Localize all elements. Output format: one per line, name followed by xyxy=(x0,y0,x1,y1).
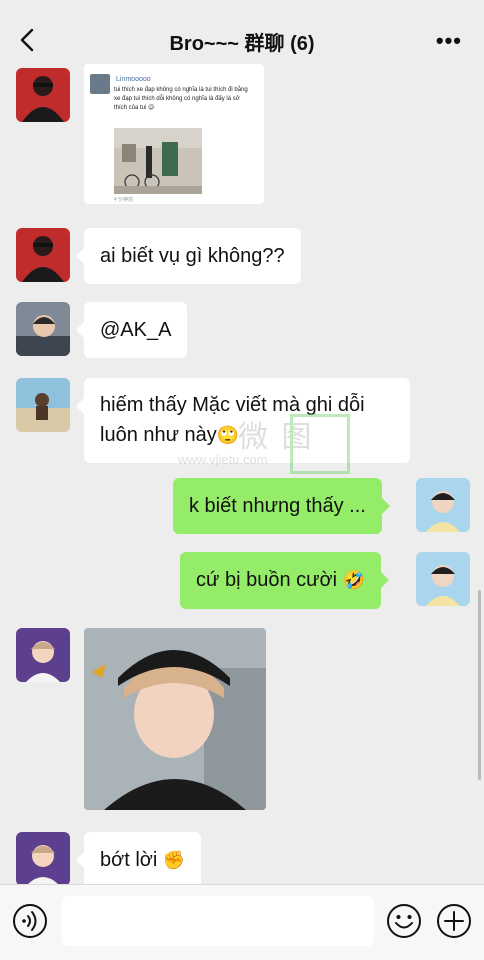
voice-icon xyxy=(13,904,47,938)
message-text: bớt lời xyxy=(100,849,158,871)
message-list[interactable]: Linmooooo tui thích xe đạp không có nghĩ… xyxy=(0,60,484,884)
smiley-icon xyxy=(387,904,421,938)
watermark-logo xyxy=(290,414,350,474)
watermark: 微 图 www.vjietu.com xyxy=(178,412,358,482)
photo-message[interactable] xyxy=(84,628,266,810)
post-text: tui thích xe đạp không có nghĩa là tui t… xyxy=(114,87,248,111)
rofl-emoji: 🤣 xyxy=(342,570,366,591)
more-options-button[interactable]: ••• xyxy=(436,28,462,54)
avatar[interactable] xyxy=(16,628,70,682)
shared-post-card[interactable]: Linmooooo tui thích xe đạp không có nghĩ… xyxy=(84,64,264,204)
avatar[interactable] xyxy=(16,378,70,432)
avatar[interactable] xyxy=(416,552,470,606)
chat-title: Bro~~~ 群聊 (6) xyxy=(169,33,315,55)
voice-button[interactable] xyxy=(12,903,48,939)
avatar[interactable] xyxy=(16,832,70,884)
post-author-avatar xyxy=(90,74,110,94)
message-bubble[interactable]: ai biết vụ gì không?? xyxy=(76,228,301,284)
avatar[interactable] xyxy=(416,478,470,532)
more-functions-button[interactable] xyxy=(436,903,472,939)
message-bubble[interactable]: @AK_A xyxy=(75,302,188,358)
post-photo xyxy=(114,128,202,194)
message-bubble[interactable]: cứ bị buồn cười 🤣 xyxy=(180,552,390,609)
message-input[interactable] xyxy=(62,896,374,946)
post-time: 4 分钟前 xyxy=(114,197,134,203)
scrollbar[interactable] xyxy=(478,590,481,780)
avatar[interactable] xyxy=(16,302,70,356)
input-bar xyxy=(0,884,484,960)
watermark-url: www.vjietu.com xyxy=(178,452,268,467)
plus-circle-icon xyxy=(437,904,471,938)
avatar[interactable] xyxy=(16,228,70,282)
emoji-button[interactable] xyxy=(386,903,422,939)
raised-fist-emoji: ✊ xyxy=(162,850,186,871)
message-bubble[interactable]: k biết nhưng thấy ... xyxy=(173,478,390,534)
avatar[interactable] xyxy=(16,68,70,122)
post-username: Linmooooo xyxy=(116,76,151,83)
message-text: cứ bị buồn cười xyxy=(196,569,338,591)
message-bubble[interactable]: bớt lời ✊ xyxy=(75,832,202,884)
